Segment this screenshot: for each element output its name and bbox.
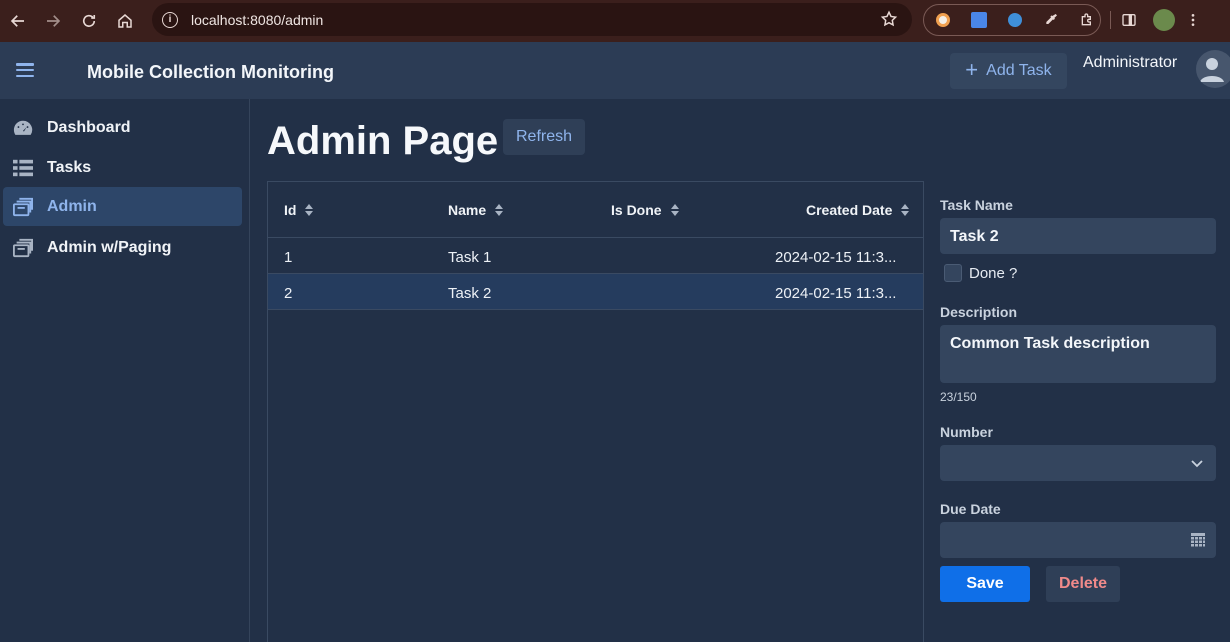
- number-select[interactable]: [940, 445, 1216, 481]
- done-checkbox[interactable]: [944, 264, 962, 282]
- sidebar-item-dashboard[interactable]: Dashboard: [3, 108, 242, 147]
- save-button[interactable]: Save: [940, 566, 1030, 602]
- sidebar-item-tasks[interactable]: Tasks: [3, 148, 242, 187]
- menu-toggle-icon[interactable]: [16, 63, 34, 77]
- table-row[interactable]: 2 Task 2 2024-02-15 11:3...: [268, 274, 923, 310]
- bookmark-star-icon[interactable]: [880, 10, 898, 28]
- column-header-name[interactable]: Name: [448, 202, 504, 218]
- cell-id: 2: [284, 285, 293, 302]
- add-task-button[interactable]: + Add Task: [950, 53, 1067, 89]
- kebab-menu-icon[interactable]: [1185, 12, 1201, 28]
- cell-name: Task 1: [448, 249, 492, 266]
- globe-extension-icon[interactable]: [1004, 9, 1026, 31]
- browser-toolbar: i localhost:8080/admin: [0, 0, 1230, 42]
- archive-icon: [12, 197, 33, 217]
- sort-icon: [670, 204, 679, 216]
- column-header-is-done[interactable]: Is Done: [611, 202, 679, 218]
- description-value: Common Task description: [950, 335, 1150, 352]
- column-header-label: Id: [284, 202, 297, 218]
- sort-icon: [305, 204, 314, 216]
- translate-icon[interactable]: [968, 9, 990, 31]
- sidebar-item-admin[interactable]: Admin: [3, 187, 242, 226]
- column-header-label: Is Done: [611, 202, 662, 218]
- app-title: Mobile Collection Monitoring: [87, 62, 334, 82]
- task-name-label: Task Name: [940, 197, 1013, 213]
- plus-icon: +: [965, 57, 979, 82]
- description-char-counter: 23/150: [940, 390, 977, 404]
- site-info-icon[interactable]: i: [162, 11, 178, 28]
- grid-header: Id Name Is Done Created Date: [268, 182, 923, 238]
- browser-menu-area: [1110, 4, 1201, 36]
- sidebar: Dashboard Tasks Admin Admin w/Paging: [0, 99, 250, 642]
- extensions-group: [923, 4, 1101, 36]
- number-label: Number: [940, 424, 993, 440]
- address-bar[interactable]: i localhost:8080/admin: [152, 3, 912, 36]
- done-checkbox-label[interactable]: Done ?: [969, 265, 1017, 282]
- user-icon: [1200, 58, 1224, 82]
- gauge-icon: [13, 120, 33, 135]
- side-panel-icon[interactable]: [1121, 12, 1137, 28]
- eyedropper-icon[interactable]: [1040, 9, 1062, 31]
- description-textarea[interactable]: Common Task description: [940, 325, 1216, 383]
- description-label: Description: [940, 304, 1018, 320]
- arrow-right-icon: [47, 15, 61, 27]
- cell-name: Task 2: [448, 285, 492, 302]
- tasks-grid: Id Name Is Done Created Date 1 Task 1 20…: [267, 181, 924, 642]
- due-date-input[interactable]: [940, 522, 1216, 558]
- extension-orange-icon[interactable]: [932, 9, 954, 31]
- cell-created-date: 2024-02-15 11:3...: [775, 249, 897, 266]
- cell-created-date: 2024-02-15 11:3...: [775, 285, 897, 302]
- due-date-label: Due Date: [940, 501, 1001, 517]
- reload-button[interactable]: [71, 3, 107, 39]
- sort-icon: [901, 204, 910, 216]
- refresh-button[interactable]: Refresh: [503, 119, 585, 155]
- user-name: Administrator: [1083, 54, 1178, 71]
- sidebar-item-admin-paging[interactable]: Admin w/Paging: [3, 228, 242, 267]
- task-name-input[interactable]: Task 2: [940, 218, 1216, 254]
- reload-icon: [82, 14, 96, 27]
- url-text: localhost:8080/admin: [191, 11, 324, 28]
- calendar-icon[interactable]: [1190, 531, 1206, 547]
- forward-button[interactable]: [35, 3, 71, 39]
- column-header-id[interactable]: Id: [284, 202, 314, 218]
- page-title: Admin Page: [267, 119, 499, 163]
- list-icon: [13, 159, 33, 177]
- puzzle-extensions-icon[interactable]: [1076, 9, 1098, 31]
- chevron-down-icon: [1191, 460, 1203, 468]
- table-row[interactable]: 1 Task 1 2024-02-15 11:3...: [268, 238, 923, 274]
- sort-icon: [495, 204, 504, 216]
- delete-button[interactable]: Delete: [1046, 566, 1120, 602]
- separator: [1110, 11, 1111, 29]
- column-header-label: Name: [448, 202, 487, 218]
- back-button[interactable]: [0, 3, 36, 39]
- add-task-label: Add Task: [986, 62, 1052, 79]
- avatar[interactable]: [1196, 50, 1230, 88]
- sidebar-item-label: Tasks: [47, 159, 92, 176]
- archive-icon: [12, 238, 33, 258]
- cell-id: 1: [284, 249, 293, 266]
- column-header-label: Created Date: [806, 202, 893, 218]
- sidebar-item-label: Admin: [47, 198, 97, 215]
- app-header: Mobile Collection Monitoring + Add Task …: [0, 42, 1230, 99]
- sidebar-item-label: Dashboard: [47, 119, 131, 136]
- profile-icon[interactable]: [1153, 9, 1175, 31]
- column-header-created-date[interactable]: Created Date: [806, 202, 910, 218]
- task-name-value: Task 2: [950, 228, 999, 245]
- home-button[interactable]: [107, 3, 143, 39]
- arrow-left-icon: [10, 15, 24, 27]
- sidebar-item-label: Admin w/Paging: [47, 239, 172, 256]
- home-icon: [118, 14, 132, 28]
